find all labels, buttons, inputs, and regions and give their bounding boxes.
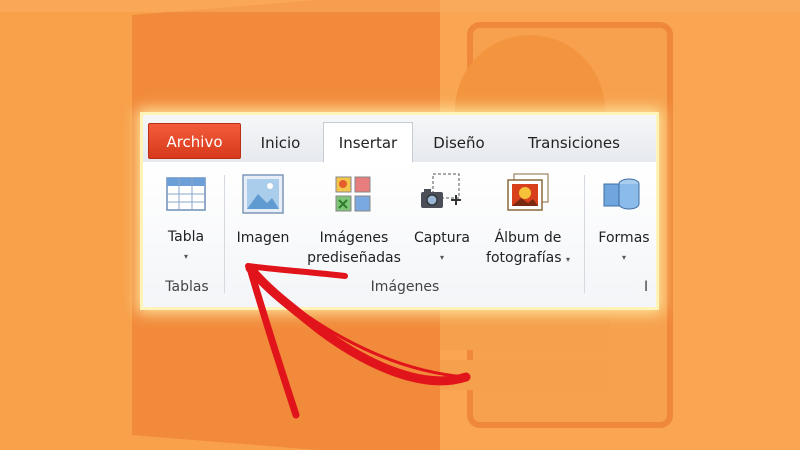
- group-label-tables: Tablas: [165, 279, 209, 295]
- photo-album-icon: [507, 173, 549, 211]
- table-icon: [166, 177, 206, 211]
- photo-album-button-label-line2: fotografías: [486, 250, 562, 266]
- photo-album-button[interactable]: Álbum de fotografías ▾: [475, 172, 581, 272]
- ribbon-tab-bar: Archivo Inicio Insertar Diseño Transicio…: [143, 115, 656, 163]
- group-label-images: Imágenes: [370, 279, 440, 295]
- tab-home[interactable]: Inicio: [243, 123, 318, 162]
- image-button[interactable]: Imagen: [229, 172, 297, 252]
- chevron-down-icon: ▾: [183, 252, 188, 261]
- chevron-down-icon: ▾: [439, 253, 444, 262]
- clipart-button[interactable]: Imágenes prediseñadas: [300, 172, 408, 272]
- screenshot-button-label: Captura: [414, 230, 470, 246]
- chevron-down-icon: ▾: [565, 255, 570, 264]
- tab-insert[interactable]: Insertar: [323, 122, 413, 163]
- shapes-button-label: Formas: [598, 230, 650, 246]
- shapes-icon: [603, 178, 640, 210]
- group-separator: [584, 175, 585, 293]
- tab-file[interactable]: Archivo: [148, 123, 241, 159]
- group-separator: [224, 175, 225, 293]
- table-button[interactable]: Tabla ▾: [155, 175, 217, 275]
- photo-album-button-label-line1: Álbum de: [494, 230, 562, 246]
- screenshot-button[interactable]: Captura ▾: [409, 172, 475, 272]
- clipart-button-label-line1: Imágenes: [319, 230, 389, 246]
- image-icon: [242, 174, 284, 214]
- group-label-cut: I: [644, 279, 649, 295]
- chevron-down-icon: ▾: [621, 253, 626, 262]
- clipart-icon: [335, 176, 371, 212]
- table-button-label: Tabla: [167, 229, 205, 245]
- shapes-button[interactable]: Formas ▾: [592, 172, 656, 272]
- clipart-button-label-line2: prediseñadas: [307, 250, 401, 266]
- tab-transitions[interactable]: Transiciones: [509, 123, 639, 162]
- screenshot-icon: [421, 173, 461, 208]
- image-button-label: Imagen: [236, 230, 290, 246]
- tab-design[interactable]: Diseño: [417, 123, 501, 162]
